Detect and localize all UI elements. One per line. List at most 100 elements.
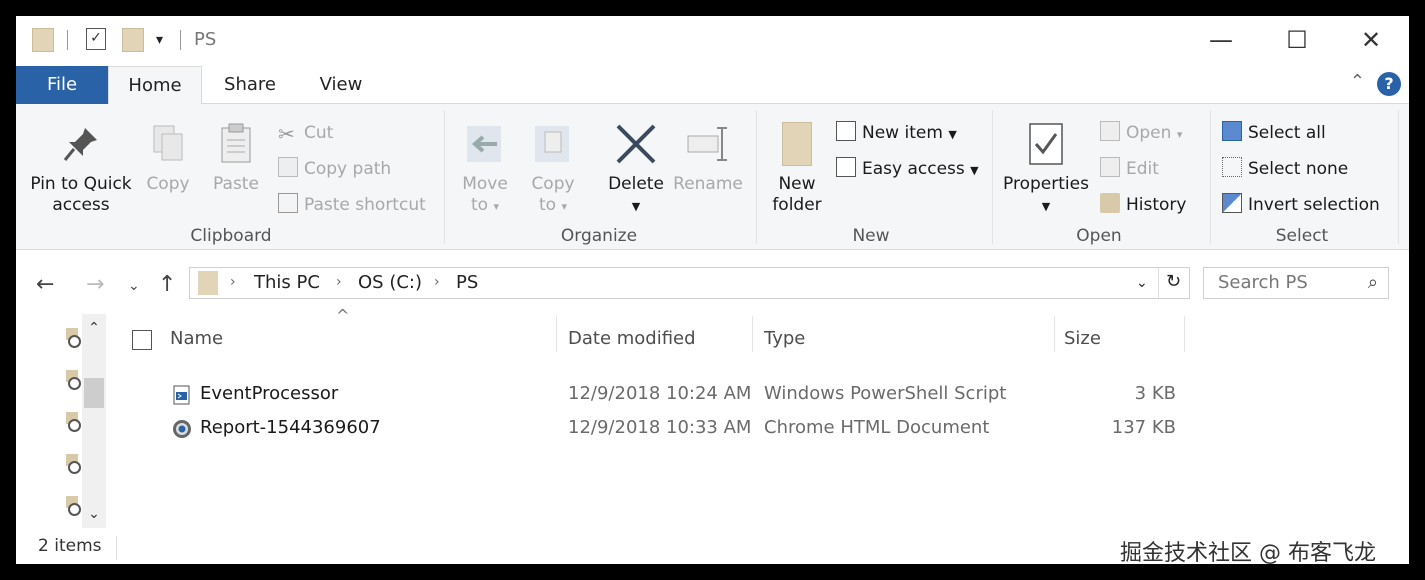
close-button[interactable]: ✕ [1346, 22, 1396, 58]
title-bar: ✓ ▾ PS — ☐ ✕ [16, 16, 1409, 66]
paste-shortcut-icon [278, 193, 298, 213]
refresh-icon[interactable]: ↻ [1166, 271, 1181, 292]
recent-locations-icon[interactable]: ⌄ [128, 278, 140, 294]
properties-button[interactable]: Properties ▼ [1000, 122, 1092, 217]
invert-selection-button[interactable]: Invert selection [1222, 192, 1380, 218]
copy-to-button[interactable]: Copy to ▾ [524, 122, 582, 217]
nav-pane-item[interactable] [66, 496, 81, 516]
rename-label: Rename [673, 174, 743, 194]
forward-icon[interactable]: → [86, 272, 104, 297]
move-to-dropdown-icon: ▾ [493, 200, 499, 213]
new-folder-button[interactable]: New folder [768, 122, 826, 216]
invert-selection-icon [1222, 193, 1242, 213]
breadcrumb-os-c[interactable]: OS (C:) [358, 272, 422, 293]
collapse-ribbon-icon[interactable]: ⌃ [1350, 71, 1365, 92]
new-folder-label-2: folder [772, 195, 822, 215]
new-folder-quick-icon[interactable] [122, 28, 144, 52]
breadcrumb-this-pc[interactable]: This PC [254, 272, 320, 293]
address-divider [1158, 268, 1159, 298]
folder-icon [198, 271, 218, 295]
paste-shortcut-button[interactable]: Paste shortcut [278, 192, 426, 218]
file-date-modified: 12/9/2018 10:33 AM [568, 417, 752, 438]
paste-shortcut-label: Paste shortcut [304, 195, 426, 215]
address-dropdown-icon[interactable]: ⌄ [1136, 275, 1148, 291]
column-divider[interactable] [556, 316, 557, 352]
scroll-down-icon[interactable]: ⌄ [82, 502, 106, 526]
new-folder-icon [782, 122, 812, 166]
move-to-button[interactable]: Move to ▾ [456, 122, 514, 217]
tab-view[interactable]: View [306, 66, 376, 104]
history-button[interactable]: History [1100, 192, 1186, 218]
column-divider[interactable] [752, 316, 753, 352]
easy-access-button[interactable]: Easy access ▼ [836, 156, 979, 182]
copy-icon [153, 125, 183, 161]
up-icon[interactable]: ↑ [158, 272, 176, 297]
minimize-button[interactable]: — [1196, 22, 1246, 58]
select-all-button[interactable]: Select all [1222, 120, 1326, 146]
properties-quick-icon[interactable]: ✓ [86, 28, 106, 50]
new-item-dropdown-icon: ▼ [948, 128, 957, 141]
column-header-date-modified[interactable]: Date modified [568, 322, 752, 356]
back-icon[interactable]: ← [36, 272, 54, 297]
rename-button[interactable]: Rename [672, 122, 744, 195]
column-divider[interactable] [1054, 316, 1055, 352]
column-header-type[interactable]: Type [764, 322, 1054, 356]
cut-button[interactable]: ✂ Cut [278, 120, 333, 146]
new-item-button[interactable]: New item ▼ [836, 120, 957, 146]
nav-pane-item[interactable] [66, 412, 81, 432]
delete-button[interactable]: Delete ▼ [602, 122, 670, 217]
file-type: Chrome HTML Document [764, 417, 990, 438]
scroll-up-icon[interactable]: ⌃ [82, 316, 106, 340]
address-row: ← → ⌄ ↑ › This PC › OS (C:) › PS ⌄ ↻ Sea… [16, 250, 1409, 314]
new-folder-label-1: New [778, 174, 816, 194]
tab-home[interactable]: Home [108, 66, 202, 105]
edit-icon [1100, 157, 1120, 177]
help-icon[interactable]: ? [1377, 72, 1401, 96]
nav-pane-item[interactable] [66, 328, 81, 348]
file-name[interactable]: Report-1544369607 [200, 417, 381, 438]
tab-file[interactable]: File [16, 66, 108, 104]
chrome-html-icon [173, 420, 191, 438]
properties-check-icon [1029, 123, 1063, 165]
quick-access-dropdown-icon[interactable]: ▾ [156, 32, 163, 56]
breadcrumb-ps[interactable]: PS [456, 272, 478, 293]
file-name[interactable]: EventProcessor [200, 383, 338, 404]
open-button[interactable]: Open ▾ [1100, 120, 1182, 146]
copy-to-label-1: Copy [531, 174, 575, 194]
address-bar[interactable]: › This PC › OS (C:) › PS ⌄ ↻ [189, 267, 1190, 299]
copy-path-button[interactable]: Copy path [278, 156, 391, 182]
open-icon [1100, 121, 1120, 141]
pin-to-quick-access-button[interactable]: Pin to Quick access [26, 122, 136, 216]
window-title: PS [194, 29, 217, 50]
column-header-name[interactable]: Name [170, 322, 556, 356]
tab-share[interactable]: Share [212, 66, 288, 104]
column-divider[interactable] [1184, 316, 1185, 352]
nav-pane-scrollbar[interactable]: ⌃ ⌄ [82, 314, 106, 528]
nav-pane-item[interactable] [66, 454, 81, 474]
breadcrumb-chevron-icon[interactable]: › [336, 274, 342, 290]
delete-label: Delete [608, 174, 664, 194]
edit-button[interactable]: Edit [1100, 156, 1159, 182]
column-header-size[interactable]: Size [1064, 322, 1184, 356]
properties-label: Properties [1003, 174, 1089, 194]
delete-x-icon [616, 124, 656, 164]
scrollbar-thumb[interactable] [84, 378, 104, 408]
maximize-button[interactable]: ☐ [1272, 22, 1322, 58]
search-icon[interactable]: ⌕ [1368, 272, 1378, 293]
edit-label: Edit [1126, 159, 1159, 179]
breadcrumb-chevron-icon[interactable]: › [434, 274, 440, 290]
nav-pane-item[interactable] [66, 370, 81, 390]
group-separator [1210, 110, 1211, 244]
file-row[interactable]: Report-1544369607 12/9/2018 10:33 AM Chr… [120, 412, 1200, 446]
new-group-label: New [852, 226, 890, 246]
breadcrumb-chevron-icon[interactable]: › [230, 274, 236, 290]
file-row[interactable]: EventProcessor 12/9/2018 10:24 AM Window… [120, 378, 1200, 412]
group-separator [992, 110, 993, 244]
select-none-button[interactable]: Select none [1222, 156, 1348, 182]
history-label: History [1126, 195, 1187, 215]
search-input[interactable]: Search PS ⌕ [1203, 267, 1389, 299]
easy-access-label: Easy access [862, 159, 965, 179]
select-all-checkbox[interactable] [132, 330, 152, 350]
copy-button[interactable]: Copy [140, 122, 196, 195]
paste-button[interactable]: Paste [208, 122, 264, 195]
